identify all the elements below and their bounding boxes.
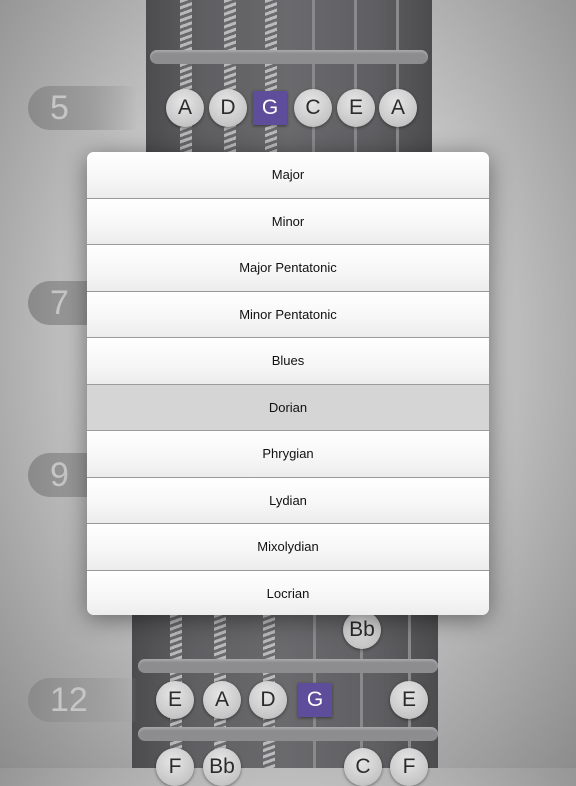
root-note-marker[interactable]: G (298, 683, 332, 717)
fret-label-12: 12 (28, 678, 138, 722)
note-marker[interactable]: E (156, 681, 194, 719)
note-marker[interactable]: C (294, 89, 332, 127)
note-marker[interactable]: D (209, 89, 247, 127)
note-marker[interactable]: E (337, 89, 375, 127)
note-marker[interactable]: A (166, 89, 204, 127)
scale-option-blues[interactable]: Blues (87, 338, 489, 385)
note-marker[interactable]: C (344, 748, 382, 786)
note-marker[interactable]: A (379, 89, 417, 127)
note-marker[interactable]: F (390, 748, 428, 786)
note-marker[interactable]: A (203, 681, 241, 719)
note-marker[interactable]: Bb (203, 748, 241, 786)
scale-option-minor-pentatonic[interactable]: Minor Pentatonic (87, 291, 489, 338)
root-note-marker[interactable]: G (253, 91, 287, 125)
scale-option-major[interactable]: Major (87, 152, 489, 199)
scale-option-minor[interactable]: Minor (87, 198, 489, 245)
fret-bar (138, 659, 438, 673)
scale-option-mixolydian[interactable]: Mixolydian (87, 524, 489, 571)
scale-option-lydian[interactable]: Lydian (87, 477, 489, 524)
note-marker[interactable]: F (156, 748, 194, 786)
fret-bar (150, 50, 428, 64)
note-marker[interactable]: E (390, 681, 428, 719)
scale-option-locrian[interactable]: Locrian (87, 570, 489, 615)
scale-option-phrygian[interactable]: Phrygian (87, 431, 489, 478)
fret-bar (138, 727, 438, 741)
scale-picker-popover: Major Minor Major Pentatonic Minor Penta… (87, 152, 489, 615)
scale-option-dorian[interactable]: Dorian (87, 384, 489, 431)
note-marker[interactable]: D (249, 681, 287, 719)
scale-option-major-pentatonic[interactable]: Major Pentatonic (87, 245, 489, 292)
note-marker[interactable]: Bb (343, 611, 381, 649)
fret-label-5: 5 (28, 86, 138, 130)
